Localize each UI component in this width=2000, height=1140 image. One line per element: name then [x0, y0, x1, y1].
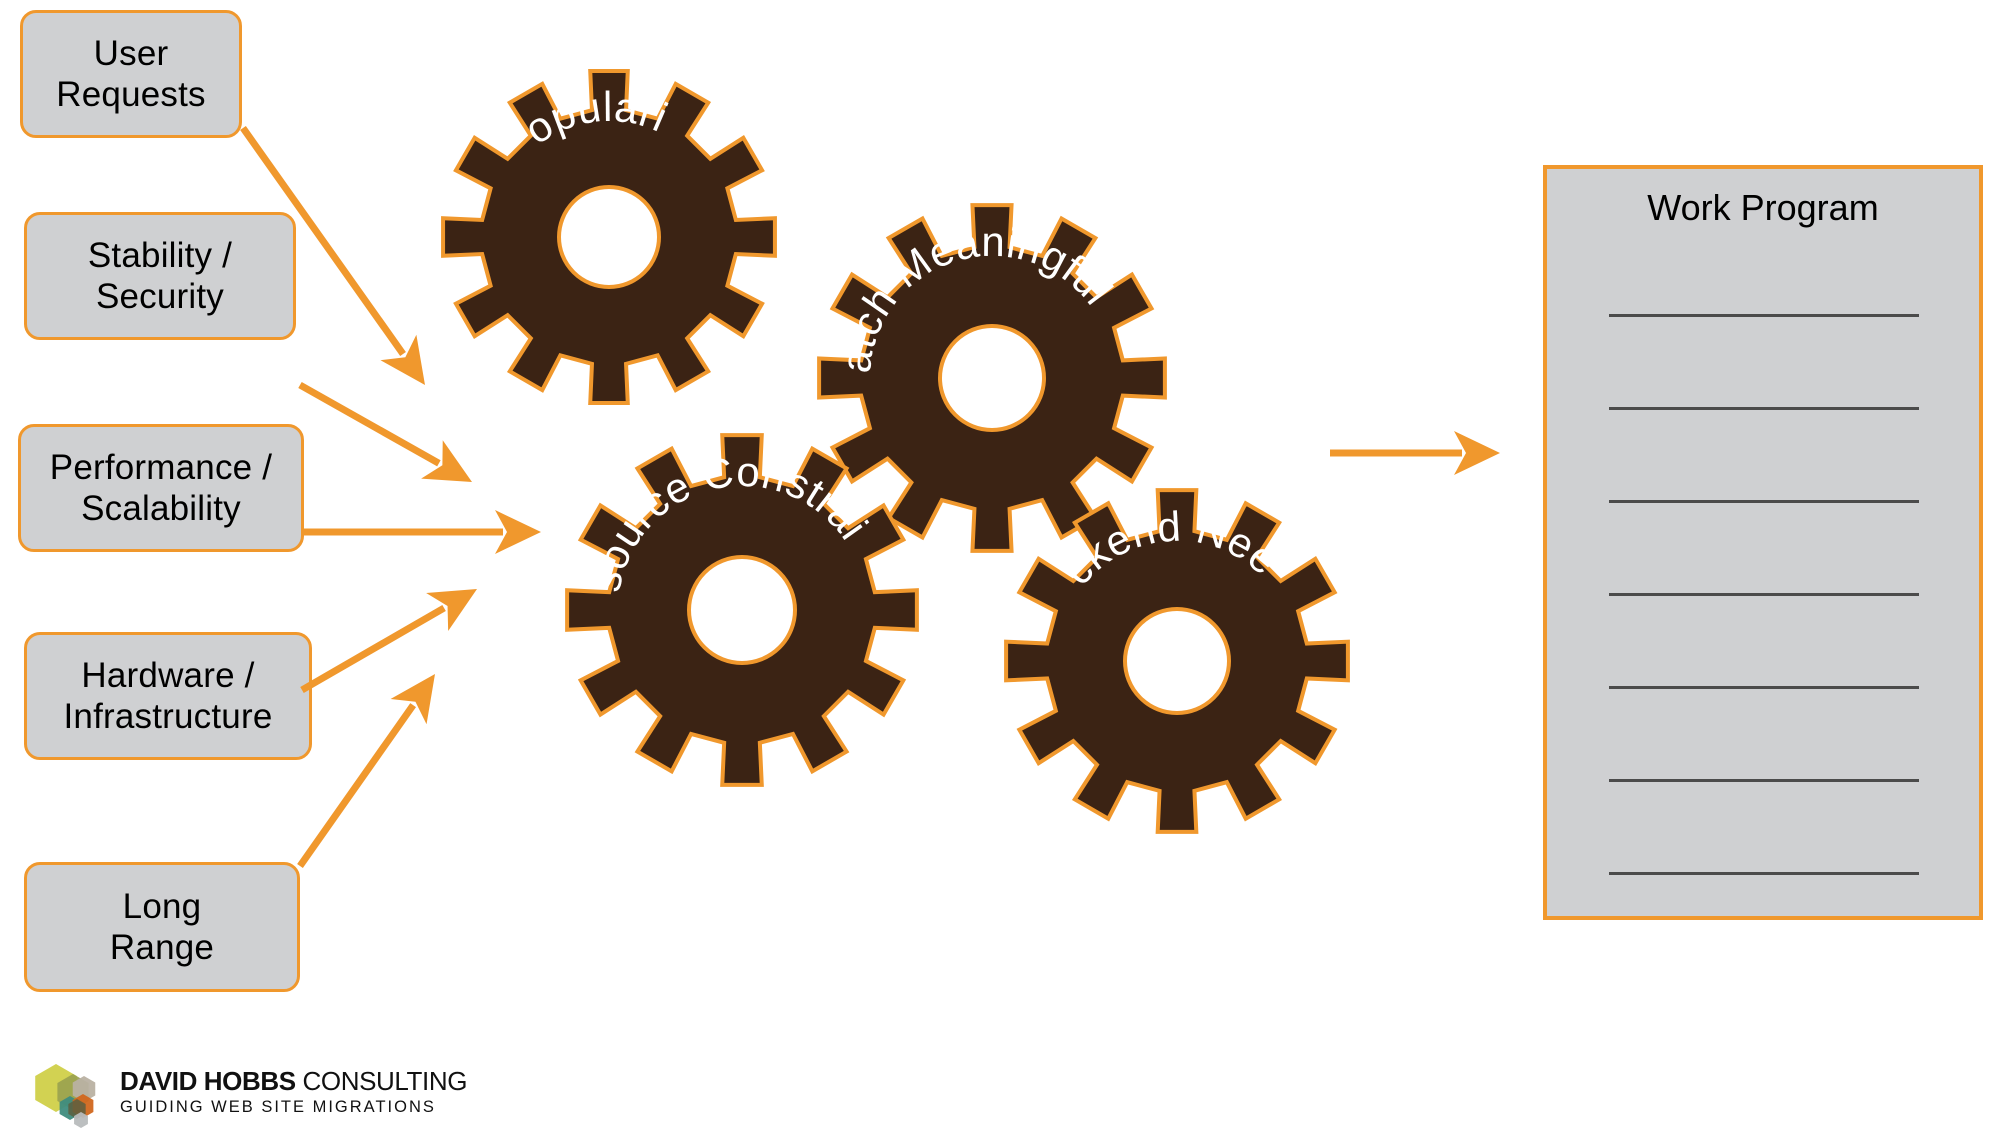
gear-center-hole [1123, 607, 1231, 715]
arrow-shaft [298, 381, 441, 467]
work-program-line [1609, 593, 1919, 596]
diagram-canvas: User Requests Stability / Security Perform… [0, 0, 2000, 1140]
arrow-shaft [297, 703, 417, 869]
arrow-performance [304, 510, 541, 554]
arrow-group [240, 125, 1500, 869]
work-program-title: Work Program [1647, 187, 1879, 228]
arrow-head [421, 440, 472, 482]
arrow-hardware [300, 589, 477, 694]
logo-brand-bold: DAVID HOBBS [120, 1066, 296, 1096]
input-box[interactable]: User Requests [20, 10, 242, 138]
input-box[interactable]: Performance / Scalability [18, 424, 304, 552]
arrow-head [390, 674, 435, 725]
input-box[interactable]: Stability / Security [24, 212, 296, 340]
work-program-line [1609, 779, 1919, 782]
arrow-shaft [300, 604, 446, 694]
input-box[interactable]: Long Range [24, 862, 300, 992]
work-program-line [1609, 314, 1919, 317]
arrow-head [1454, 431, 1500, 475]
arrow-head [426, 589, 477, 632]
work-program-line [1609, 407, 1919, 410]
gear-body [817, 203, 1167, 553]
logo-tagline: GUIDING WEB SITE MIGRATIONS [120, 1098, 436, 1116]
work-program-panel: Work Program [1543, 165, 1983, 920]
logo-brand-name: DAVID HOBBS CONSULTING [120, 1066, 467, 1097]
input-box[interactable]: Hardware / Infrastructure [24, 632, 312, 760]
gear-center-hole [938, 324, 1046, 432]
work-program-line [1609, 500, 1919, 503]
logo-brand-light: CONSULTING [295, 1066, 468, 1096]
work-program-line [1609, 686, 1919, 689]
arrow-long-range [297, 674, 435, 869]
gear-center-hole [687, 555, 797, 665]
arrow-head [380, 334, 425, 385]
arrow-to-work-program [1330, 431, 1500, 475]
company-logo: DAVID HOBBS CONSULTING GUIDING WEB SITE … [30, 1062, 467, 1132]
logo-hexagon-mark [35, 1064, 96, 1128]
arrow-stability [298, 381, 472, 482]
logo-wordmark: DAVID HOBBS CONSULTING GUIDING WEB SITE … [120, 1066, 467, 1117]
gear-body [1004, 488, 1350, 834]
gear-center-hole [557, 185, 661, 289]
work-program-line [1609, 872, 1919, 875]
arrow-head [495, 510, 541, 554]
gear-body [565, 433, 919, 787]
gear-body [441, 69, 777, 405]
